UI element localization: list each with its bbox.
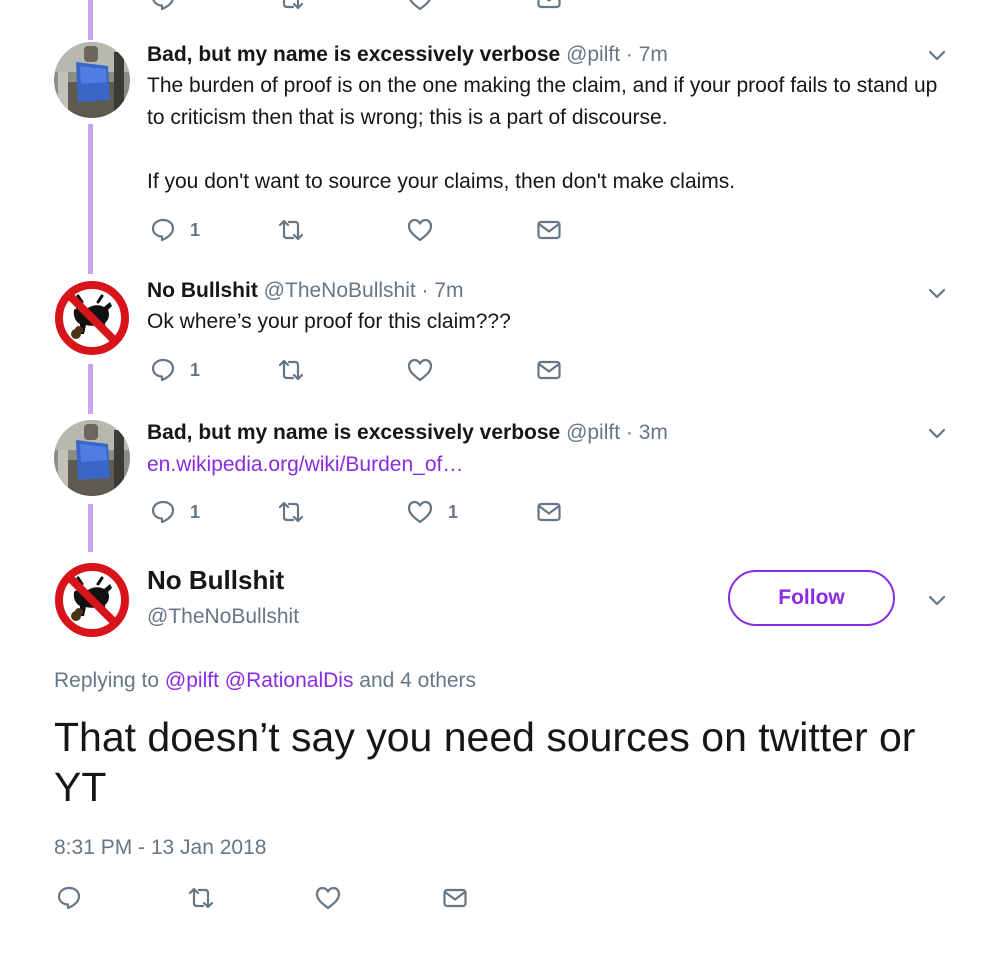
replying-others[interactable]: and 4 others [359,669,476,692]
retweet-icon [186,885,216,911]
tweet-actions-partial [150,0,580,14]
reply-icon [150,357,176,383]
avatar[interactable] [54,562,130,638]
tweet-header: Bad, but my name is excessively verbose … [147,420,668,446]
retweet-button[interactable] [276,0,306,14]
like-button[interactable] [406,355,434,385]
like-button[interactable] [314,883,342,913]
chevron-down-icon[interactable] [926,589,948,611]
tweet-header: No Bullshit @TheNoBullshit · 7m [147,278,464,304]
tweet-paragraph: Ok where’s your proof for this claim??? [147,310,511,333]
chevron-down-icon[interactable] [926,422,948,444]
retweet-icon [276,499,306,525]
message-button[interactable] [442,883,468,913]
retweet-icon [276,357,306,383]
message-button[interactable] [536,497,562,527]
retweet-button[interactable] [186,883,216,913]
reply-icon [150,217,176,243]
thread-line [88,364,93,414]
main-tweet-text: That doesn’t say you need sources on twi… [54,714,916,810]
envelope-icon [536,501,562,523]
chevron-down-icon[interactable] [926,282,948,304]
tweet-paragraph: The burden of proof is on the one making… [147,74,938,129]
reply-button[interactable] [56,883,82,913]
avatar[interactable] [54,280,130,356]
tweet-text: The burden of proof is on the one making… [147,70,947,198]
reply-icon [150,499,176,525]
like-count: 1 [448,501,459,522]
main-tweet-actions [56,883,486,913]
display-name[interactable]: Bad, but my name is excessively verbose [147,421,560,444]
like-button[interactable] [406,0,434,14]
message-button[interactable] [536,215,562,245]
display-name[interactable]: No Bullshit [147,279,258,302]
tweet-actions: 1 [150,355,580,385]
thread-line [88,124,93,274]
avatar[interactable] [54,42,130,118]
tweet-timestamp[interactable]: 8:31 PM - 13 Jan 2018 [54,836,266,860]
reply-icon [56,885,82,911]
handle-and-time[interactable]: @pilft · 7m [566,43,668,66]
thread-line [88,504,93,552]
message-button[interactable] [536,0,562,14]
reply-button[interactable]: 1 [150,215,200,245]
envelope-icon [536,219,562,241]
display-name[interactable]: Bad, but my name is excessively verbose [147,43,560,66]
envelope-icon [536,359,562,381]
avatar[interactable] [54,420,130,496]
heart-icon [406,217,434,243]
reply-button[interactable] [150,0,176,14]
reply-count: 1 [190,219,201,240]
replying-to: Replying to @pilft @RationalDis and 4 ot… [54,669,476,693]
main-handle[interactable]: @TheNoBullshit [147,605,299,629]
reply-button[interactable]: 1 [150,497,200,527]
main-display-name[interactable]: No Bullshit [147,565,284,596]
reply-button[interactable]: 1 [150,355,200,385]
tweet-text: en.wikipedia.org/wiki/Burden_of… [147,449,947,481]
retweet-button[interactable] [276,497,306,527]
like-button[interactable]: 1 [406,497,458,527]
message-button[interactable] [536,355,562,385]
retweet-button[interactable] [276,355,306,385]
envelope-icon [442,887,468,909]
reply-count: 1 [190,359,201,380]
mention-link[interactable]: @RationalDis [225,669,354,692]
replying-prefix: Replying to [54,669,160,692]
tweet-text: Ok where’s your proof for this claim??? [147,306,947,338]
heart-icon [406,357,434,383]
mention-link[interactable]: @pilft [165,669,219,692]
heart-icon [314,885,342,911]
tweet-actions: 1 1 [150,497,580,527]
tweet-header: Bad, but my name is excessively verbose … [147,42,668,68]
tweet-link[interactable]: en.wikipedia.org/wiki/Burden_of… [147,453,463,476]
retweet-icon [276,217,306,243]
handle-and-time[interactable]: @TheNoBullshit · 7m [264,279,464,302]
retweet-button[interactable] [276,215,306,245]
tweet-actions: 1 [150,215,580,245]
follow-button[interactable]: Follow [728,570,895,626]
thread-line [88,0,93,40]
chevron-down-icon[interactable] [926,44,948,66]
reply-count: 1 [190,501,201,522]
like-button[interactable] [406,215,434,245]
heart-icon [406,499,434,525]
tweet-paragraph: If you don't want to source your claims,… [147,170,736,193]
handle-and-time[interactable]: @pilft · 3m [566,421,668,444]
